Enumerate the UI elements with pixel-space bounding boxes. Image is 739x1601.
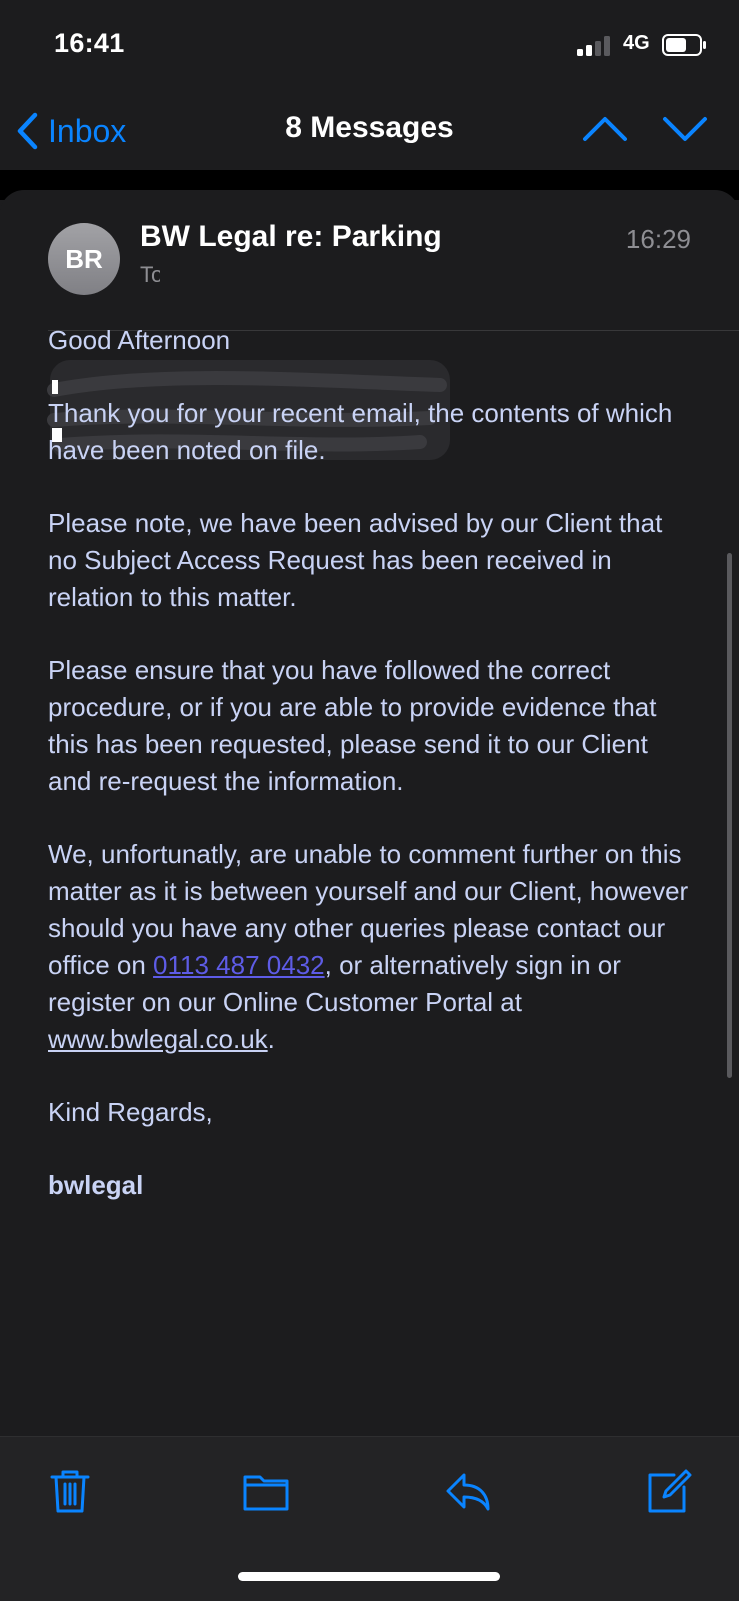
- paragraph-1: Thank you for your recent email, the con…: [48, 398, 673, 465]
- back-label: Inbox: [48, 112, 127, 149]
- battery-icon: [662, 34, 706, 56]
- status-bar: 16:41 4G: [0, 0, 739, 90]
- trash-icon[interactable]: [46, 1467, 94, 1515]
- navigation-bar: Inbox 8 Messages: [0, 95, 739, 165]
- chevron-down-icon: [663, 117, 707, 141]
- previous-message-button[interactable]: [580, 111, 630, 145]
- chevron-left-icon: [17, 112, 38, 150]
- back-to-inbox-button[interactable]: Inbox: [16, 109, 126, 153]
- avatar[interactable]: BR: [48, 223, 120, 295]
- avatar-initials: BR: [65, 243, 103, 274]
- signal-strength-icon: [577, 36, 610, 56]
- scrollbar[interactable]: [727, 553, 732, 1078]
- status-time: 16:41: [54, 28, 125, 58]
- redaction-scribble: [160, 260, 480, 300]
- next-message-button[interactable]: [660, 111, 710, 145]
- sender-name[interactable]: BW Legal re: Parking: [140, 220, 442, 254]
- message-body: Good Afternoon Thank you for your recent…: [48, 322, 698, 1240]
- paragraph-4-text-c: .: [267, 1024, 275, 1054]
- network-type: 4G: [623, 32, 650, 54]
- reply-icon[interactable]: [444, 1467, 492, 1515]
- paragraph-2: Please note, we have been advised by our…: [48, 508, 663, 612]
- signature: bwlegal: [48, 1170, 144, 1200]
- paragraph-4: We, unfortunatly, are unable to comment …: [48, 836, 698, 1058]
- paragraph-3: Please ensure that you have followed the…: [48, 655, 657, 796]
- message-time: 16:29: [625, 224, 691, 254]
- chevron-up-icon: [583, 117, 627, 141]
- closing: Kind Regards,: [48, 1097, 213, 1127]
- greeting: Good Afternoon: [48, 325, 231, 355]
- folder-icon[interactable]: [242, 1467, 290, 1515]
- compose-icon[interactable]: [644, 1467, 692, 1515]
- website-link[interactable]: www.bwlegal.co.uk: [48, 1024, 268, 1054]
- phone-link[interactable]: 0113 487 0432: [153, 950, 325, 980]
- home-indicator[interactable]: [238, 1572, 500, 1581]
